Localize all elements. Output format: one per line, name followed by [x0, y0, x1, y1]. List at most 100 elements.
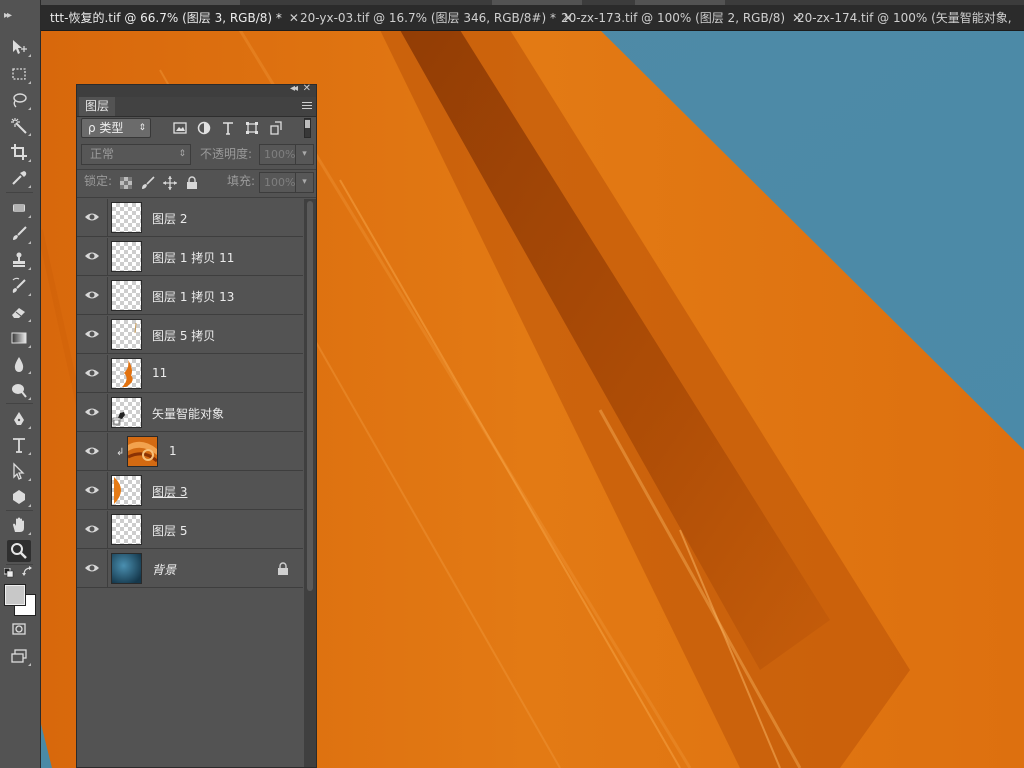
- visibility-eye-icon[interactable]: [84, 444, 100, 458]
- layer-thumbnail: [111, 280, 142, 311]
- document-tab[interactable]: 20-yx-03.tif @ 16.7% (图层 346, RGB/8#) * ✕: [300, 7, 573, 30]
- panel-menu-icon[interactable]: [302, 102, 312, 110]
- blur-tool-icon[interactable]: [7, 353, 31, 375]
- visibility-eye-icon[interactable]: [84, 522, 100, 536]
- blend-mode-select[interactable]: 正常 ⇕: [81, 144, 191, 165]
- visibility-eye-icon[interactable]: [84, 483, 100, 497]
- blend-mode-value: 正常: [90, 147, 115, 161]
- swap-colors-icon[interactable]: [22, 566, 34, 578]
- fill-dropdown-icon[interactable]: ▾: [296, 172, 314, 193]
- document-tab[interactable]: ttt-恢复的.tif @ 66.7% (图层 3, RGB/8) * ✕: [50, 7, 299, 30]
- visibility-eye-icon[interactable]: [84, 327, 100, 341]
- zoom-tool-icon[interactable]: [7, 540, 31, 562]
- layer-row[interactable]: 矢量智能对象: [77, 394, 303, 432]
- layer-thumbnail: [127, 436, 158, 467]
- blend-opacity-row: 正常 ⇕ 不透明度: 100% ▾: [81, 144, 314, 166]
- healing-brush-tool-icon[interactable]: [7, 197, 31, 219]
- layer-name: 图层 2: [152, 212, 188, 226]
- opacity-dropdown-icon[interactable]: ▾: [296, 144, 314, 165]
- foreground-color-swatch[interactable]: [5, 585, 25, 605]
- tab-bar-top-strip: [40, 0, 1024, 5]
- visibility-eye-icon[interactable]: [84, 561, 100, 575]
- filter-type-icon[interactable]: [219, 120, 237, 136]
- clone-stamp-tool-icon[interactable]: [7, 249, 31, 271]
- layer-name: 图层 5 拷贝: [152, 329, 216, 343]
- panel-tab-row: 图层: [77, 97, 316, 117]
- layer-row[interactable]: 图层 1 拷贝 13: [77, 277, 303, 315]
- layer-thumbnail: [111, 397, 142, 428]
- document-tab[interactable]: 20-zx-174.tif @ 100% (矢量智能对象,: [797, 7, 1012, 30]
- filter-smart-object-icon[interactable]: [267, 120, 285, 136]
- marquee-tool-icon[interactable]: [7, 63, 31, 85]
- filter-pixel-icon[interactable]: [171, 120, 189, 136]
- tab-close-icon[interactable]: ✕: [289, 7, 299, 30]
- tab-title: 20-yx-03.tif @ 16.7% (图层 346, RGB/8#) *: [300, 11, 556, 25]
- layers-scrollbar[interactable]: [304, 199, 316, 767]
- shape-tool-icon[interactable]: [7, 486, 31, 508]
- layer-row[interactable]: 背景: [77, 550, 303, 588]
- layer-thumbnail: [111, 553, 142, 584]
- layer-row[interactable]: 图层 5 拷贝: [77, 316, 303, 354]
- visibility-eye-icon[interactable]: [84, 405, 100, 419]
- layer-thumbnail: [111, 202, 142, 233]
- layer-row[interactable]: 图层 5: [77, 511, 303, 549]
- lock-image-pixels-icon[interactable]: [141, 176, 155, 190]
- dodge-tool-icon[interactable]: [7, 379, 31, 401]
- history-brush-tool-icon[interactable]: [7, 275, 31, 297]
- brush-tool-icon[interactable]: [7, 223, 31, 245]
- lock-position-icon[interactable]: [163, 176, 177, 190]
- eraser-tool-icon[interactable]: [7, 301, 31, 323]
- lock-all-icon[interactable]: [185, 176, 199, 190]
- eyedropper-tool-icon[interactable]: [7, 167, 31, 189]
- layer-lock-icon: [278, 562, 288, 575]
- layer-thumbnail: [111, 241, 142, 272]
- gradient-tool-icon[interactable]: [7, 327, 31, 349]
- collapse-toolbar-icon[interactable]: ▸▸: [4, 10, 12, 21]
- quick-mask-icon[interactable]: [7, 618, 31, 640]
- tab-title: 20-zx-173.tif @ 100% (图层 2, RGB/8): [561, 11, 786, 25]
- crop-tool-icon[interactable]: [7, 141, 31, 163]
- layer-row[interactable]: 图层 3: [77, 472, 303, 510]
- layer-row[interactable]: 图层 1 拷贝 11: [77, 238, 303, 276]
- layer-row[interactable]: ↲ 1: [77, 433, 303, 471]
- collapse-panel-icon[interactable]: ◂◂: [290, 83, 298, 94]
- visibility-eye-icon[interactable]: [84, 288, 100, 302]
- screen-mode-icon[interactable]: [7, 645, 31, 667]
- close-panel-icon[interactable]: ✕: [303, 83, 311, 94]
- layer-name: 矢量智能对象: [152, 407, 225, 421]
- path-selection-tool-icon[interactable]: [7, 460, 31, 482]
- document-tab[interactable]: 20-zx-173.tif @ 100% (图层 2, RGB/8) ✕: [561, 7, 802, 30]
- lasso-tool-icon[interactable]: [7, 89, 31, 111]
- visibility-eye-icon[interactable]: [84, 249, 100, 263]
- layer-name: 背景: [152, 563, 177, 577]
- fill-input[interactable]: 100%: [259, 172, 296, 193]
- layers-panel: ◂◂ ✕ 图层 ρ 类型 ⇕ 正常 ⇕ 不透明度: 100% ▾ 锁定: 填充:…: [76, 83, 317, 768]
- layer-row[interactable]: 11: [77, 355, 303, 393]
- layer-thumbnail: [111, 514, 142, 545]
- filter-adjustment-icon[interactable]: [195, 120, 213, 136]
- lock-transparent-pixels-icon[interactable]: [119, 176, 133, 190]
- layer-name: 图层 1 拷贝 13: [152, 290, 235, 304]
- layer-name: 图层 5: [152, 524, 188, 538]
- tools-panel: ▸▸: [0, 0, 41, 768]
- kind-filter-select[interactable]: ρ 类型 ⇕: [81, 118, 151, 138]
- opacity-input[interactable]: 100%: [259, 144, 296, 165]
- type-tool-icon[interactable]: [7, 434, 31, 456]
- layer-name: 11: [152, 366, 168, 380]
- filter-shape-icon[interactable]: [243, 120, 261, 136]
- fill-label: 填充:: [227, 174, 256, 188]
- hand-tool-icon[interactable]: [7, 514, 31, 536]
- lock-fill-row: 锁定: 填充: 100% ▾: [81, 172, 314, 194]
- filter-toggle-switch[interactable]: [304, 118, 311, 138]
- move-tool-icon[interactable]: [7, 36, 31, 58]
- pen-tool-icon[interactable]: [7, 408, 31, 430]
- magic-wand-tool-icon[interactable]: [7, 115, 31, 137]
- select-arrow-icon: ⇕: [138, 123, 146, 133]
- layer-row[interactable]: 图层 2: [77, 199, 303, 237]
- tab-layers[interactable]: 图层: [79, 97, 116, 116]
- default-colors-icon[interactable]: [3, 567, 14, 578]
- tab-title: ttt-恢复的.tif @ 66.7% (图层 3, RGB/8) *: [50, 11, 282, 25]
- layer-thumbnail: [111, 319, 142, 350]
- visibility-eye-icon[interactable]: [84, 210, 100, 224]
- visibility-eye-icon[interactable]: [84, 366, 100, 380]
